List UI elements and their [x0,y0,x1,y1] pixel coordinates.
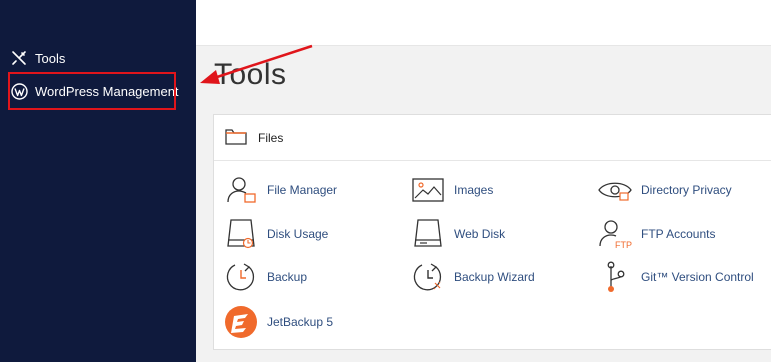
backup-icon [224,260,258,294]
tool-label: File Manager [267,183,338,197]
page-title: Tools [214,58,287,91]
tool-label: Images [454,183,494,197]
folder-icon [225,128,247,151]
tools-icon [10,49,28,67]
top-bar [196,0,771,46]
sidebar-item-tools[interactable]: Tools [10,47,65,69]
tool-directory-privacy[interactable]: Directory Privacy [598,173,732,207]
tool-label: Directory Privacy [641,183,732,197]
directory-privacy-icon [598,173,632,207]
tool-backup-wizard[interactable]: Backup Wizard [411,260,535,294]
backup-wizard-icon [411,260,445,294]
jetbackup-icon [224,305,258,339]
tool-label: Backup [267,270,308,284]
ftp-accounts-icon: FTP [598,217,632,251]
tool-images[interactable]: Images [411,173,493,207]
git-icon [598,260,632,294]
tool-label: Git™ Version Control [641,270,754,284]
tool-jetbackup-5[interactable]: JetBackup 5 [224,305,333,339]
tool-git-version-control[interactable]: Git™ Version Control [598,260,754,294]
tool-label: FTP Accounts [641,227,716,241]
panel-header-label: Files [258,131,284,145]
highlight-box [8,72,176,110]
tool-ftp-accounts[interactable]: FTP FTP Accounts [598,217,715,251]
sidebar-item-label: Tools [35,50,66,66]
files-panel: Files File Manager Images Directory Priv… [213,114,771,350]
tool-label: Disk Usage [267,227,329,241]
disk-usage-icon [224,217,258,251]
tool-label: JetBackup 5 [267,315,334,329]
tool-disk-usage[interactable]: Disk Usage [224,217,328,251]
web-disk-icon [411,217,445,251]
tool-label: Backup Wizard [454,270,535,284]
images-icon [411,173,445,207]
svg-text:FTP: FTP [615,240,632,250]
tool-label: Web Disk [454,227,506,241]
tool-file-manager[interactable]: File Manager [224,173,337,207]
sidebar: Tools WordPress Management [0,0,196,362]
file-manager-icon [224,173,258,207]
panel-header[interactable]: Files [214,115,771,161]
tool-backup[interactable]: Backup [224,260,307,294]
tool-web-disk[interactable]: Web Disk [411,217,505,251]
